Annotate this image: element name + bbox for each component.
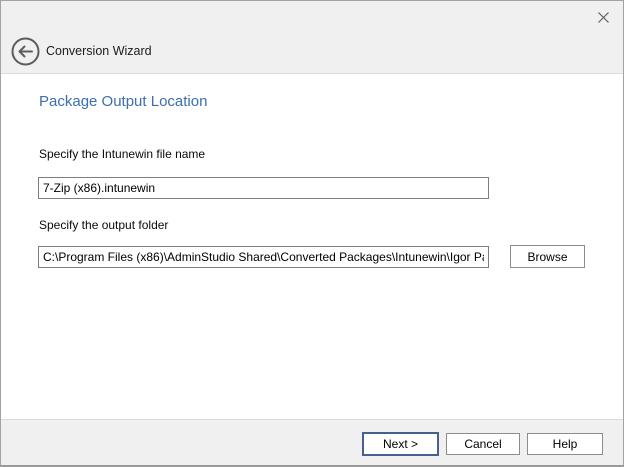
next-button[interactable]: Next > [362,432,439,456]
output-folder-input[interactable] [38,246,489,268]
close-icon [597,11,610,24]
wizard-title: Conversion Wizard [46,44,152,58]
back-button[interactable] [11,37,40,66]
page-title: Package Output Location [39,93,207,110]
filename-label: Specify the Intunewin file name [39,147,205,161]
cancel-button[interactable]: Cancel [446,433,520,455]
help-button[interactable]: Help [527,433,603,455]
output-folder-label: Specify the output folder [39,218,168,232]
wizard-header: Conversion Wizard [1,1,623,74]
browse-button[interactable]: Browse [510,245,585,268]
close-button[interactable] [593,7,613,27]
footer-bar: Next > Cancel Help [1,419,623,465]
intunewin-filename-input[interactable] [38,177,489,199]
conversion-wizard-window: Conversion Wizard Package Output Locatio… [0,0,624,467]
back-arrow-icon [11,37,40,66]
